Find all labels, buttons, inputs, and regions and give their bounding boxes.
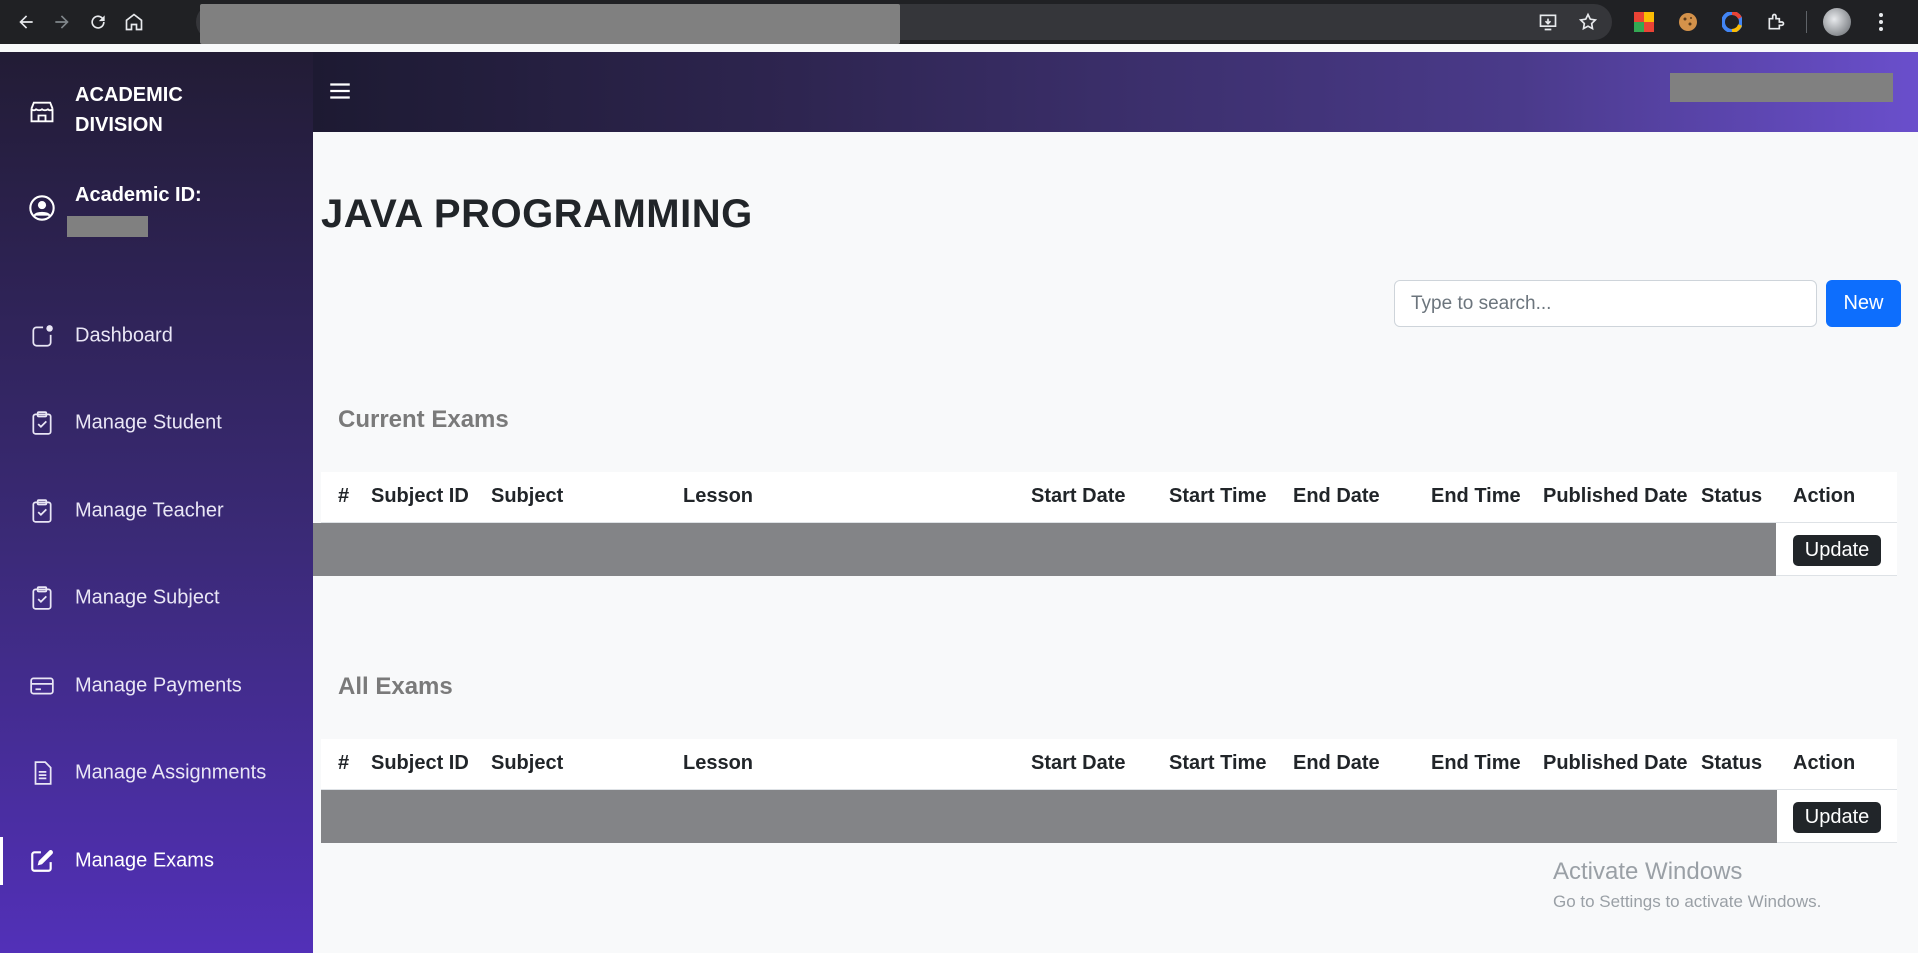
column-header: Subject ID (371, 485, 469, 507)
arrow-right-icon (55, 15, 69, 29)
cookie-extension-icon[interactable] (1674, 8, 1702, 36)
column-header: Lesson (683, 752, 754, 774)
url-redacted (200, 4, 900, 44)
watermark-title: Activate Windows (1553, 858, 1743, 885)
academic-id-label: Academic ID: (75, 184, 202, 206)
sidebar-item-label: Manage Assignments (75, 761, 267, 784)
clipboard-check-icon (28, 497, 56, 525)
sidebar-item-manage-payments[interactable]: Manage Payments (0, 642, 313, 730)
top-bar (313, 52, 1918, 132)
column-header: Subject (491, 485, 564, 507)
column-header: Status (1701, 752, 1763, 774)
table-row: Update (313, 523, 1897, 576)
current-exams-title: Current Exams (338, 406, 509, 433)
color-wheel-extension-icon[interactable] (1718, 8, 1746, 36)
hamburger-menu-icon[interactable] (327, 78, 353, 104)
clipboard-check-icon (28, 409, 56, 437)
table-header: # Subject ID Subject Lesson Start Date S… (321, 739, 1897, 790)
reload-icon (91, 15, 105, 29)
column-header: Start Date (1031, 485, 1126, 507)
sidebar-nav: Dashboard Manage Student Manage Teacher … (0, 292, 313, 905)
arrow-left-icon (19, 15, 33, 29)
sidebar-item-manage-exams[interactable]: Manage Exams (0, 817, 313, 905)
toolbar-separator (1806, 11, 1807, 33)
credit-card-icon (28, 672, 56, 700)
main-content: JAVA PROGRAMMING New Current Exams # Sub… (313, 132, 1918, 953)
menu-kebab-icon[interactable] (1867, 8, 1895, 36)
reload-button[interactable] (80, 4, 116, 40)
table-row: Update (321, 790, 1897, 843)
sidebar-item-label: Manage Payments (75, 674, 242, 697)
column-header: Action (1793, 485, 1856, 507)
column-header: Action (1793, 752, 1856, 774)
column-header: End Time (1431, 752, 1521, 774)
extensions-puzzle-icon[interactable] (1762, 8, 1790, 36)
column-header: Published Date (1543, 752, 1688, 774)
address-bar[interactable] (196, 4, 1612, 44)
all-exams-title: All Exams (338, 673, 453, 700)
user-circle-icon (28, 194, 56, 222)
sidebar-item-dashboard[interactable]: Dashboard (0, 292, 313, 380)
home-icon (125, 13, 143, 31)
sidebar-item-manage-subject[interactable]: Manage Subject (0, 555, 313, 643)
table-header: # Subject ID Subject Lesson Start Date S… (321, 472, 1897, 523)
sidebar-item-label: Manage Subject (75, 586, 220, 609)
column-header: Start Time (1169, 485, 1267, 507)
bookmark-star-icon[interactable] (1576, 10, 1600, 34)
store-icon (28, 98, 56, 126)
column-header: Subject ID (371, 752, 469, 774)
extension-color-icon[interactable] (1630, 8, 1658, 36)
column-header: End Date (1293, 752, 1380, 774)
edit-icon (28, 847, 56, 875)
current-exams-table: # Subject ID Subject Lesson Start Date S… (313, 472, 1897, 576)
sidebar-item-manage-teacher[interactable]: Manage Teacher (0, 467, 313, 555)
profile-avatar[interactable] (1823, 8, 1851, 36)
all-exams-table: # Subject ID Subject Lesson Start Date S… (321, 739, 1897, 843)
install-app-icon[interactable] (1536, 10, 1560, 34)
column-header: Subject (491, 752, 564, 774)
column-header: # (338, 752, 350, 774)
column-header: End Date (1293, 485, 1380, 507)
document-icon (28, 759, 56, 787)
search-input[interactable] (1394, 280, 1817, 327)
user-info-redacted (1670, 73, 1893, 102)
back-button[interactable] (8, 4, 44, 40)
sidebar: ACADEMIC DIVISION Academic ID: Dashboard… (0, 52, 313, 953)
forward-button[interactable] (44, 4, 80, 40)
column-header: Published Date (1543, 485, 1688, 507)
column-header: Status (1701, 485, 1763, 507)
sidebar-item-label: Manage Teacher (75, 499, 224, 522)
row-redacted (321, 790, 1777, 843)
sidebar-item-label: Manage Student (75, 411, 222, 434)
sidebar-item-manage-student[interactable]: Manage Student (0, 380, 313, 468)
column-header: End Time (1431, 485, 1521, 507)
page-title: JAVA PROGRAMMING (321, 192, 753, 236)
dashboard-icon (28, 322, 56, 350)
academic-id-redacted (67, 216, 148, 237)
update-button[interactable]: Update (1793, 535, 1881, 566)
browser-toolbar (0, 0, 1918, 44)
column-header: Start Date (1031, 752, 1126, 774)
sidebar-item-label: Manage Exams (75, 849, 214, 872)
clipboard-check-icon (28, 584, 56, 612)
row-redacted (313, 523, 1776, 576)
academic-id: Academic ID: (0, 184, 313, 244)
watermark-subtitle: Go to Settings to activate Windows. (1553, 892, 1822, 911)
brand-title: ACADEMIC DIVISION (75, 84, 183, 136)
new-button[interactable]: New (1826, 280, 1901, 327)
home-button[interactable] (116, 4, 152, 40)
column-header: Lesson (683, 485, 754, 507)
column-header: Start Time (1169, 752, 1267, 774)
activate-windows-watermark: Activate Windows Go to Settings to activ… (1553, 858, 1821, 912)
column-header: # (338, 485, 350, 507)
sidebar-item-manage-assignments[interactable]: Manage Assignments (0, 730, 313, 818)
update-button[interactable]: Update (1793, 802, 1881, 833)
sidebar-item-label: Dashboard (75, 324, 173, 347)
